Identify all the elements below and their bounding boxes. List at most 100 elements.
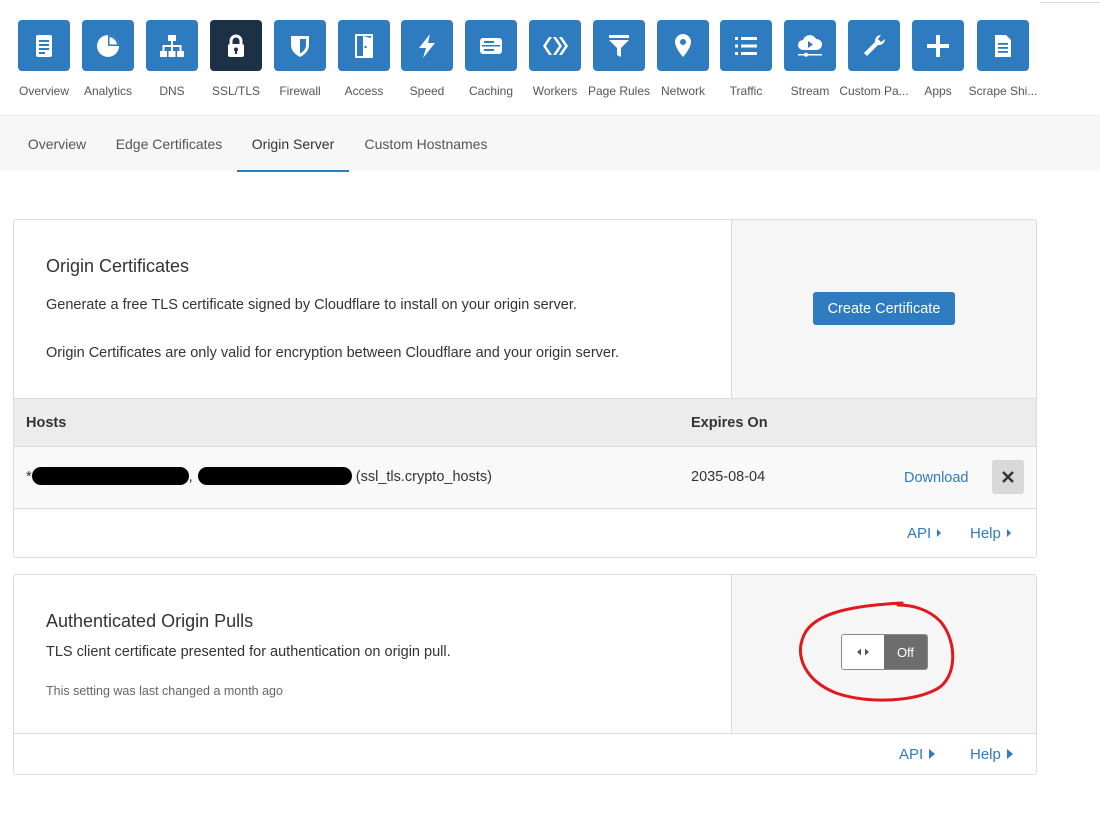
app-nav-analytics[interactable]: Analytics (76, 20, 140, 98)
caret-right-icon (1006, 529, 1011, 538)
app-nav-label: Access (344, 84, 384, 98)
revoke-button[interactable] (992, 460, 1024, 494)
card-title: Authenticated Origin Pulls (46, 611, 254, 631)
card-side: Create Certificate (731, 220, 1036, 398)
app-nav-dns[interactable]: DNS (140, 20, 204, 98)
card-footer: API Help (14, 509, 1036, 557)
hosts-suffix: (ssl_tls.crypto_hosts) (355, 469, 492, 485)
card-note: Origin Certificates are only valid for e… (46, 345, 620, 361)
caret-right-icon (929, 749, 936, 760)
help-link[interactable]: Help (970, 746, 1013, 763)
app-nav-label: Stream (790, 84, 830, 98)
cloud-play-icon (784, 20, 836, 71)
app-nav-label: Page Rules (587, 84, 651, 98)
document-icon (18, 20, 70, 71)
filter-icon (593, 20, 645, 71)
api-link-label: API (899, 746, 924, 763)
help-link[interactable]: Help (970, 525, 1011, 542)
caret-right-icon (937, 529, 942, 538)
toggle-knob[interactable] (842, 635, 884, 669)
tab-edge-certificates[interactable]: Edge Certificates (107, 116, 231, 172)
app-nav-stream[interactable]: Stream (778, 20, 842, 98)
app-nav-caching[interactable]: Caching (459, 20, 523, 98)
app-nav-label: DNS (159, 84, 185, 98)
app-nav-label: Firewall (279, 84, 321, 98)
app-nav-custom-pages[interactable]: Custom Pa... (839, 20, 909, 98)
last-changed-note: This setting was last changed a month ag… (46, 684, 283, 698)
table-header: Hosts Expires On (14, 398, 1036, 446)
list-icon (720, 20, 772, 71)
help-link-label: Help (970, 525, 1001, 542)
app-nav-ssl-tls[interactable]: SSL/TLS (204, 20, 268, 98)
app-nav-traffic[interactable]: Traffic (714, 20, 778, 98)
app-nav-access[interactable]: Access (332, 20, 396, 98)
document-lines-icon (977, 20, 1029, 71)
lightning-icon (401, 20, 453, 71)
app-nav-network[interactable]: Network (651, 20, 715, 98)
pie-chart-icon (82, 20, 134, 71)
app-nav-overview[interactable]: Overview (12, 20, 76, 98)
host-wildcard: * (26, 469, 32, 485)
card-description: Generate a free TLS certificate signed b… (46, 297, 577, 313)
network-tree-icon (146, 20, 198, 71)
toggle-state: Off (884, 635, 927, 669)
app-nav-page-rules[interactable]: Page Rules (587, 20, 651, 98)
wrench-icon (848, 20, 900, 71)
app-nav-label: Custom Pa... (839, 84, 909, 98)
app-nav-apps[interactable]: Apps (906, 20, 970, 98)
card-main: Origin Certificates Generate a free TLS … (14, 220, 731, 398)
app-nav-label: Caching (468, 84, 514, 98)
app-nav-label: Analytics (83, 84, 133, 98)
card-title: Origin Certificates (46, 256, 190, 276)
download-link[interactable]: Download (904, 448, 969, 509)
server-icon (465, 20, 517, 71)
plus-icon (912, 20, 964, 71)
card-description: TLS client certificate presented for aut… (46, 644, 451, 660)
certificate-expiry: 2035-08-04 (691, 469, 766, 485)
card-side: Off (731, 575, 1036, 733)
tab-origin-server[interactable]: Origin Server (237, 116, 349, 172)
section-tabs: Overview Edge Certificates Origin Server… (0, 115, 1100, 172)
tab-custom-hostnames[interactable]: Custom Hostnames (357, 116, 495, 172)
redacted-host (31, 466, 189, 485)
app-nav-label: Network (660, 84, 705, 98)
app-navigation: Overview Analytics DNS SSL/TLS Firewall … (0, 0, 1100, 115)
card-main: Authenticated Origin Pulls TLS client ce… (14, 575, 731, 733)
authenticated-origin-pulls-card: Authenticated Origin Pulls TLS client ce… (13, 574, 1037, 775)
card-footer: API Help (14, 733, 1036, 774)
close-icon (1002, 471, 1014, 483)
app-nav-label: Speed (409, 84, 445, 98)
app-nav-scrape-shield[interactable]: Scrape Shi... (968, 20, 1038, 98)
api-link-label: API (907, 525, 932, 542)
redacted-host (197, 466, 352, 485)
app-nav-workers[interactable]: Workers (523, 20, 587, 98)
app-nav-speed[interactable]: Speed (395, 20, 459, 98)
app-nav-label: Scrape Shi... (968, 84, 1038, 98)
lock-icon (210, 20, 262, 71)
app-nav-label: Apps (924, 84, 952, 98)
drag-arrows-icon (857, 648, 869, 656)
table-row: *, (ssl_tls.crypto_hosts) 2035-08-04 Dow… (14, 446, 1036, 509)
app-nav-firewall[interactable]: Firewall (268, 20, 332, 98)
origin-pulls-toggle[interactable]: Off (841, 634, 928, 670)
location-pin-icon (657, 20, 709, 71)
app-nav-label: SSL/TLS (211, 84, 261, 98)
create-certificate-button[interactable]: Create Certificate (813, 292, 955, 325)
shield-icon (274, 20, 326, 71)
host-separator: , (188, 469, 193, 485)
column-header-expires: Expires On (691, 415, 768, 431)
door-icon (338, 20, 390, 71)
app-nav-label: Workers (532, 84, 578, 98)
divider (1040, 2, 1100, 3)
workers-chevrons-icon (529, 20, 581, 71)
api-link[interactable]: API (899, 746, 936, 763)
api-link[interactable]: API (907, 525, 942, 542)
column-header-hosts: Hosts (26, 415, 67, 431)
app-nav-label: Overview (18, 84, 69, 98)
help-link-label: Help (970, 746, 1001, 763)
origin-certificates-card: Origin Certificates Generate a free TLS … (13, 219, 1037, 558)
tab-overview[interactable]: Overview (17, 116, 97, 172)
app-nav-label: Traffic (729, 84, 763, 98)
caret-right-icon (1006, 749, 1013, 760)
certificate-hosts: *, (ssl_tls.crypto_hosts) (26, 447, 492, 508)
